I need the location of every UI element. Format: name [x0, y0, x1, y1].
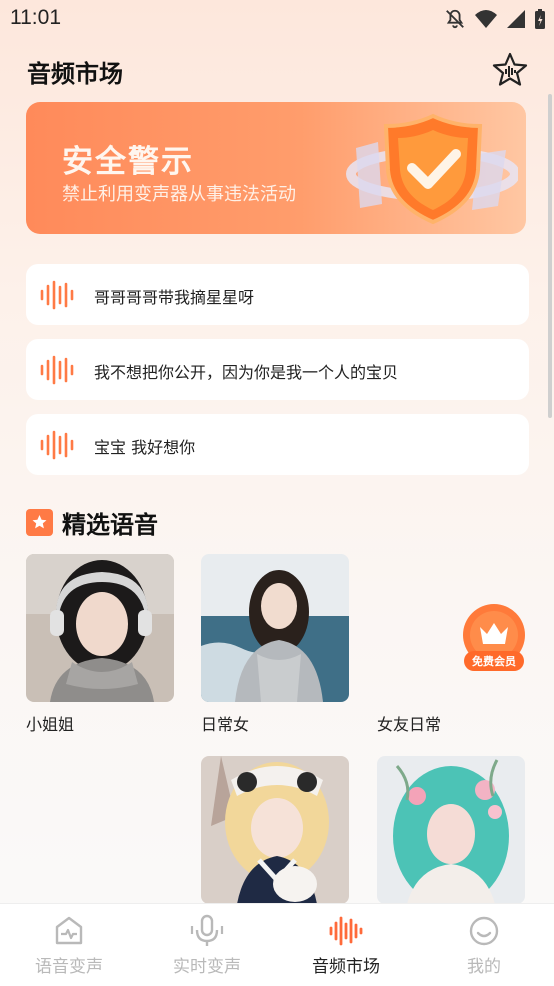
page-title: 音频市场: [27, 60, 123, 88]
tab-voice-change[interactable]: 语音变声: [9, 914, 129, 977]
section-title: 精选语音: [62, 511, 158, 539]
sound-wave-icon: [40, 430, 74, 460]
status-time: 11:01: [10, 6, 61, 29]
audio-item[interactable]: 宝宝 我好想你: [26, 414, 529, 475]
status-bar: 11:01: [0, 0, 554, 38]
tab-label: 我的: [467, 957, 501, 977]
app-header: 音频市场: [0, 38, 554, 102]
voice-card[interactable]: [201, 756, 349, 904]
voice-card-image: [26, 554, 174, 702]
wifi-icon: [475, 10, 497, 28]
smiley-icon: [469, 916, 499, 946]
free-vip-badge[interactable]: 免费会员: [462, 603, 526, 675]
banner-subtitle: 禁止利用变声器从事违法活动: [62, 184, 296, 205]
banner-title: 安全警示: [62, 144, 194, 180]
voice-card-image: [201, 756, 349, 904]
voice-card-image: [377, 756, 525, 904]
signal-icon: [507, 10, 525, 28]
vip-badge-label: 免费会员: [472, 655, 516, 668]
tab-realtime-change[interactable]: 实时变声: [147, 914, 267, 977]
audio-item-text: 宝宝 我好想你: [94, 438, 196, 457]
status-icons: [444, 8, 546, 30]
voice-card-image: [201, 554, 349, 702]
bottom-tab-bar: 语音变声 实时变声 音频市场 我的: [0, 903, 554, 986]
bookmark-star-icon: [26, 509, 53, 536]
notifications-off-icon: [446, 9, 464, 29]
audio-item[interactable]: 我不想把你公开，因为你是我一个人的宝贝: [26, 339, 529, 400]
sound-wave-icon: [40, 355, 74, 385]
voice-card-name: 日常女: [201, 715, 250, 734]
voice-card[interactable]: 日常女: [201, 554, 349, 735]
safety-warning-banner[interactable]: 安全警示 禁止利用变声器从事违法活动: [26, 102, 526, 234]
audio-item[interactable]: 哥哥哥哥带我摘星星呀: [26, 264, 529, 325]
voice-card[interactable]: [377, 756, 525, 904]
tab-label: 音频市场: [312, 957, 380, 977]
audio-item-text: 我不想把你公开，因为你是我一个人的宝贝: [94, 363, 399, 382]
voice-card-name: 小姐姐: [26, 715, 75, 734]
battery-icon: [535, 9, 545, 29]
tab-audio-market[interactable]: 音频市场: [286, 914, 406, 977]
sound-wave-icon: [329, 916, 363, 946]
tab-label: 实时变声: [173, 957, 241, 977]
voice-card-name: 女友日常: [377, 715, 442, 734]
voice-card[interactable]: 小姐姐: [26, 554, 174, 735]
favorite-star-icon[interactable]: [492, 52, 528, 88]
tab-mine[interactable]: 我的: [424, 914, 544, 977]
audio-item-text: 哥哥哥哥带我摘星星呀: [94, 288, 255, 307]
sound-wave-icon: [40, 280, 74, 310]
microphone-icon: [190, 914, 224, 946]
tab-label: 语音变声: [35, 957, 103, 977]
chart-screen-icon: [55, 916, 83, 945]
scrollbar[interactable]: [548, 94, 552, 418]
shield-check-icon: [346, 113, 518, 225]
